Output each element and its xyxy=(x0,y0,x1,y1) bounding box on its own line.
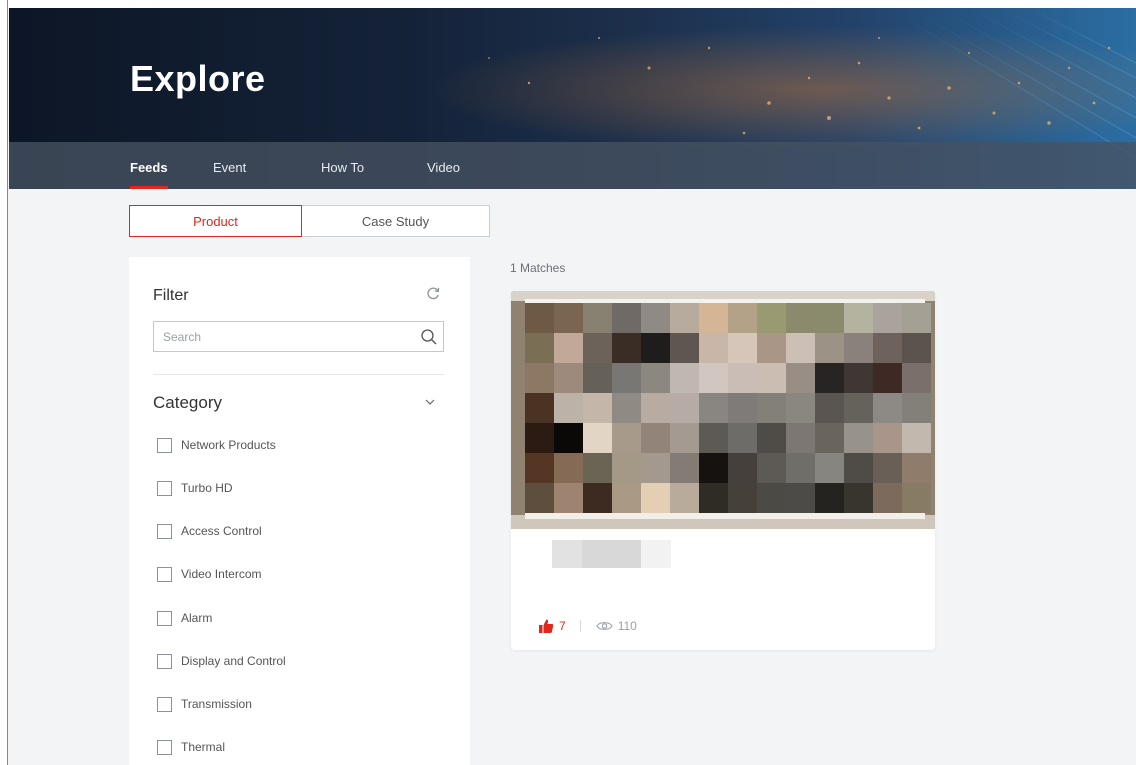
segment-case-study[interactable]: Case Study xyxy=(301,205,490,237)
category-label: Access Control xyxy=(181,524,262,538)
category-item-alarm[interactable]: Alarm xyxy=(157,609,212,627)
category-title: Category xyxy=(153,393,222,412)
category-item-thermal[interactable]: Thermal xyxy=(157,738,225,756)
segment-product[interactable]: Product xyxy=(129,205,302,237)
category-label: Transmission xyxy=(181,697,252,711)
checkbox[interactable] xyxy=(157,696,172,712)
category-item-display-and-control[interactable]: Display and Control xyxy=(157,652,286,670)
view-count: 110 xyxy=(617,619,637,633)
page-title: Explore xyxy=(130,58,266,99)
result-card[interactable]: 7 110 xyxy=(511,291,935,650)
chevron-down-icon[interactable] xyxy=(423,395,437,409)
category-label: Thermal xyxy=(181,740,226,754)
active-tab-indicator xyxy=(130,186,168,189)
category-label: Network Products xyxy=(181,438,276,452)
search-field[interactable] xyxy=(153,321,444,352)
tab-video[interactable]: Video xyxy=(427,160,460,175)
card-thumbnail-pixelated xyxy=(511,291,935,529)
matches-count: 1 Matches xyxy=(510,261,566,275)
checkbox[interactable] xyxy=(157,653,172,669)
search-icon[interactable] xyxy=(420,328,438,346)
filter-divider xyxy=(153,374,444,375)
category-item-turbo-hd[interactable]: Turbo HD xyxy=(157,479,233,497)
checkbox[interactable] xyxy=(157,523,172,539)
checkbox[interactable] xyxy=(157,739,172,755)
category-item-video-intercom[interactable]: Video Intercom xyxy=(157,565,262,583)
like-count: 7 xyxy=(559,619,566,633)
thumbs-up-icon[interactable] xyxy=(538,618,554,634)
category-label: Turbo HD xyxy=(181,481,233,495)
category-item-network-products[interactable]: Network Products xyxy=(157,436,276,454)
filter-panel: Filter Category Network Products Turbo H… xyxy=(129,257,470,765)
stats-divider xyxy=(579,620,581,632)
tab-how-to[interactable]: How To xyxy=(321,160,364,175)
eye-icon xyxy=(596,622,613,630)
card-title-blurred xyxy=(552,540,671,568)
checkbox[interactable] xyxy=(157,566,172,582)
checkbox[interactable] xyxy=(157,480,172,496)
window-left-edge xyxy=(0,0,8,765)
filter-title: Filter xyxy=(153,287,189,304)
checkbox[interactable] xyxy=(157,437,172,453)
tab-event[interactable]: Event xyxy=(213,160,246,175)
category-item-access-control[interactable]: Access Control xyxy=(157,522,262,540)
hero-banner: Explore Feeds Event How To Video xyxy=(9,8,1136,189)
category-label: Alarm xyxy=(181,611,213,625)
category-label: Video Intercom xyxy=(181,567,262,581)
window-top-edge xyxy=(0,0,1136,8)
search-input[interactable] xyxy=(154,322,414,351)
refresh-icon[interactable] xyxy=(425,285,441,301)
top-nav-bar: Feeds Event How To Video xyxy=(9,142,1136,189)
category-item-transmission[interactable]: Transmission xyxy=(157,695,252,713)
category-label: Display and Control xyxy=(181,654,286,668)
tab-feeds[interactable]: Feeds xyxy=(130,160,168,175)
card-stats: 7 110 xyxy=(538,618,637,634)
checkbox[interactable] xyxy=(157,610,172,626)
